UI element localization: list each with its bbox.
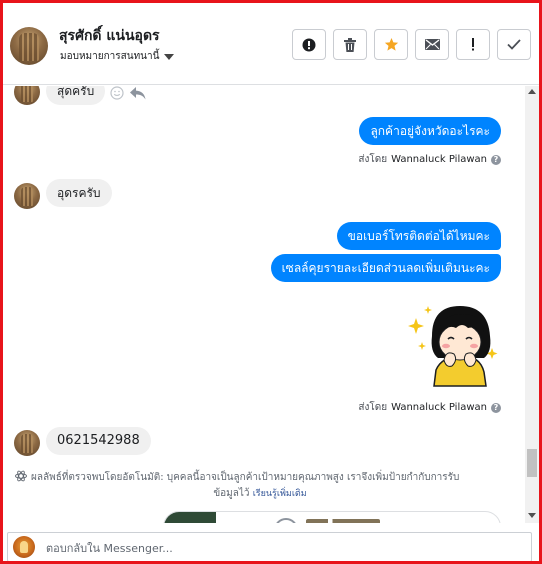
sent-by-label: ส่งโดย Wannaluck Pilawan ? xyxy=(358,152,501,167)
chevron-down-icon xyxy=(164,54,175,60)
learn-more-link[interactable]: เรียนรู้เพิ่มเติม xyxy=(253,489,307,499)
incoming-message: สุดครับ xyxy=(46,86,106,105)
sent-by-label: ส่งโดย Wannaluck Pilawan ? xyxy=(358,400,501,415)
action-toolbar xyxy=(292,29,531,60)
scroll-down-arrow-icon[interactable] xyxy=(528,513,536,518)
alert-circle-icon xyxy=(302,38,316,51)
smiley-icon[interactable] xyxy=(110,86,124,100)
card-thumbnail xyxy=(164,512,216,523)
shared-post-card[interactable] xyxy=(163,511,501,523)
contact-name[interactable]: สุรศักดิ์ แน่นอุดร xyxy=(59,25,160,47)
outgoing-message: เซลล์คุยรายละเอียดส่วนลดเพิ่มเติมนะคะ xyxy=(270,254,501,282)
message-thread: สุดครับ ลูกค้าอยู่จังหวัดอะไรคะ ส่งโดย W… xyxy=(3,86,525,523)
cute-girl-sticker xyxy=(408,306,498,387)
mark-done-button[interactable] xyxy=(497,29,531,60)
follow-up-button[interactable] xyxy=(456,29,490,60)
delete-button[interactable] xyxy=(333,29,367,60)
reply-box[interactable]: ตอบกลับใน Messenger... xyxy=(7,532,532,562)
assign-conversation-dropdown[interactable]: มอบหมายการสนทนานี้ xyxy=(60,49,175,64)
envelope-icon xyxy=(424,39,440,50)
reply-arrow-icon[interactable] xyxy=(130,86,146,100)
spam-button[interactable] xyxy=(292,29,326,60)
exclamation-icon xyxy=(472,38,474,51)
incoming-message: 0621542988 xyxy=(46,427,151,455)
check-icon xyxy=(507,39,521,50)
contact-avatar-small xyxy=(14,430,40,456)
conversation-header: สุรศักดิ์ แน่นอุดร มอบหมายการสนทนานี้ xyxy=(3,3,539,85)
scrollbar-thumb[interactable] xyxy=(527,449,537,477)
page-avatar xyxy=(13,536,35,558)
auto-detection-note: ผลลัพธ์ที่ตรวจพบโดยอัตโนมัติ: บุคคลนี้อา… xyxy=(15,470,505,502)
mark-unread-button[interactable] xyxy=(415,29,449,60)
incoming-message: อุดรครับ xyxy=(46,179,112,207)
help-icon[interactable]: ? xyxy=(491,402,501,413)
help-icon[interactable]: ? xyxy=(491,154,501,165)
reply-placeholder: ตอบกลับใน Messenger... xyxy=(46,542,173,555)
contact-avatar[interactable] xyxy=(10,27,48,65)
contact-avatar-small xyxy=(14,86,40,105)
star-icon xyxy=(384,37,398,51)
message-actions xyxy=(110,86,146,100)
card-title-graphic xyxy=(306,519,380,523)
scroll-up-arrow-icon[interactable] xyxy=(528,89,536,94)
assign-label: มอบหมายการสนทนานี้ xyxy=(60,51,160,62)
star-button[interactable] xyxy=(374,29,408,60)
outgoing-message: ลูกค้าอยู่จังหวัดอะไรคะ xyxy=(359,117,501,145)
atom-icon xyxy=(15,470,27,482)
contact-avatar-small xyxy=(14,183,40,209)
trash-icon xyxy=(344,37,356,52)
outgoing-message: ขอเบอร์โทรติดต่อได้ไหมคะ xyxy=(336,222,501,250)
brand-logo-icon xyxy=(274,518,298,523)
thread-scrollbar[interactable] xyxy=(525,86,539,523)
